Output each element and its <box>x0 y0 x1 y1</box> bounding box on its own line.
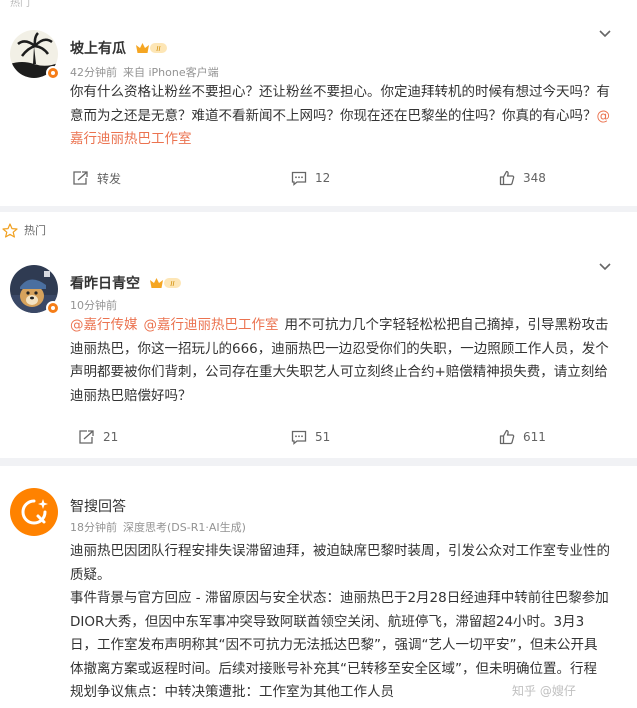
verified-badge-icon <box>46 301 60 315</box>
ai-title: 智搜回答 <box>70 499 126 515</box>
ai-search-logo[interactable] <box>10 488 58 536</box>
chevron-down-icon[interactable] <box>598 262 612 272</box>
post-actions: 21 51 611 <box>0 425 637 449</box>
watermark: 知乎 @嫂仔 <box>512 684 576 698</box>
comment-icon <box>291 171 307 186</box>
mention-link[interactable]: @嘉行传媒 <box>70 317 138 333</box>
repost-icon <box>79 430 94 444</box>
post-text: 你有什么资格让粉丝不要担心？还让粉丝不要担心。你定迪拜转机的时候有想过今天吗？有… <box>70 84 610 147</box>
previous-section-label: 热门 <box>10 0 30 8</box>
author-name[interactable]: 坡上有瓜 <box>70 38 126 58</box>
repost-button[interactable]: 21 <box>78 425 118 449</box>
author-name[interactable]: 看昨日青空 <box>70 273 140 293</box>
ai-summary: 迪丽热巴因团队行程安排失误滞留迪拜，被迫缺席巴黎时装周，引发公众对工作室专业性的… <box>70 543 610 583</box>
thumbs-up-icon <box>499 170 515 186</box>
ai-search-icon <box>21 499 48 525</box>
like-button[interactable]: 348 <box>499 166 546 190</box>
verified-badge-icon <box>46 66 60 80</box>
comment-button[interactable]: 12 <box>291 166 330 190</box>
star-outline-icon <box>2 222 18 238</box>
post-actions: 转发 12 348 <box>0 166 637 190</box>
post-source: 来自 iPhone客户端 <box>123 66 219 79</box>
svg-text:II: II <box>156 45 160 53</box>
mention-link[interactable]: @嘉行迪丽热巴工作室 <box>144 317 279 333</box>
post-card: 热门 看昨日青空 II 10分钟前 @嘉行传媒 @嘉行迪丽热巴工作室 用不可抗力几个… <box>0 212 637 458</box>
post-text: @嘉行传媒 @嘉行迪丽热巴工作室 用不可抗力几个字轻轻松松把自己摘掉，引导黑粉攻击迪… <box>70 317 609 404</box>
svg-text:II: II <box>170 280 174 288</box>
ai-meta: 18分钟前 深度思考(DS-R1·AI生成) <box>70 521 246 534</box>
ai-answer-card: 智搜回答 18分钟前 深度思考(DS-R1·AI生成) 迪丽热巴因团队行程安排失误… <box>0 466 637 708</box>
comment-icon <box>291 430 307 445</box>
hot-label: 热门 <box>2 222 46 238</box>
user-level-badge-icon: II <box>150 278 181 288</box>
user-level-badge-icon: II <box>136 43 167 53</box>
post-time[interactable]: 42分钟前 <box>70 66 117 79</box>
post-meta: 10分钟前 <box>70 297 117 313</box>
comment-button[interactable]: 51 <box>291 425 330 449</box>
post-time[interactable]: 10分钟前 <box>70 299 117 312</box>
chevron-down-icon[interactable] <box>598 29 612 39</box>
section-divider <box>0 458 637 466</box>
repost-icon <box>73 171 88 185</box>
like-button[interactable]: 611 <box>499 425 546 449</box>
post-card: 坡上有瓜 II 42分钟前 来自 iPhone客户端 你有什么资格让粉丝不要担心？… <box>0 8 637 206</box>
thumbs-up-icon <box>499 429 515 445</box>
post-meta: 42分钟前 来自 iPhone客户端 <box>70 64 219 80</box>
repost-button[interactable]: 转发 <box>72 166 121 190</box>
